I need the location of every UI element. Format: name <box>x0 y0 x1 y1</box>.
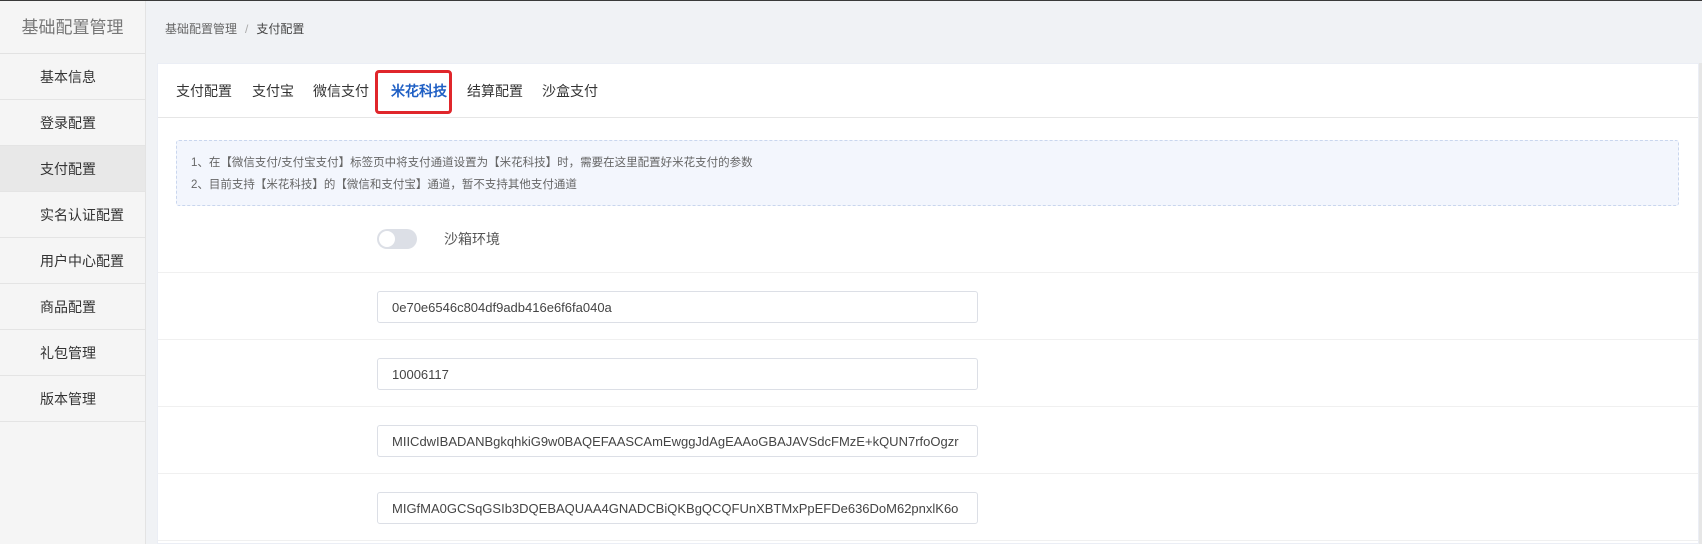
form-row-merchant-id: 商户标识 <box>158 273 1698 340</box>
breadcrumb-separator: / <box>245 22 249 36</box>
info-notice: 1、在【微信支付/支付宝支付】标签页中将支付通道设置为【米花科技】时，需要在这里… <box>176 140 1679 206</box>
form-row-sandbox: 沙箱环境 <box>158 206 1698 273</box>
main-panel: 支付配置 支付宝 微信支付 米花科技 结算配置 沙盒支付 1、在【微信支付/支付… <box>157 63 1699 544</box>
form-row-pay-id: 支付ID <box>158 340 1698 407</box>
breadcrumb-root-link[interactable]: 基础配置管理 <box>165 22 237 36</box>
toggle-knob <box>379 231 395 247</box>
sidebar-item-basic-info[interactable]: 基本信息 <box>0 54 145 100</box>
window-top-border <box>0 0 1702 1</box>
tab-wechat-pay[interactable]: 微信支付 <box>313 64 369 118</box>
tab-alipay[interactable]: 支付宝 <box>252 64 294 118</box>
sidebar-item-login-config[interactable]: 登录配置 <box>0 100 145 146</box>
sidebar-title: 基础配置管理 <box>0 1 145 54</box>
sidebar-item-realname-config[interactable]: 实名认证配置 <box>0 192 145 238</box>
notice-line-1: 1、在【微信支付/支付宝支付】标签页中将支付通道设置为【米花科技】时，需要在这里… <box>191 157 753 169</box>
breadcrumb-current: 支付配置 <box>256 22 305 36</box>
sidebar-item-version-management[interactable]: 版本管理 <box>0 376 145 422</box>
tab-bar: 支付配置 支付宝 微信支付 米花科技 结算配置 沙盒支付 <box>158 64 1698 118</box>
merchant-id-input[interactable] <box>377 291 978 323</box>
public-key-input[interactable] <box>377 492 978 524</box>
form-row-private-key: 私钥 <box>158 407 1698 474</box>
tab-sandbox-pay[interactable]: 沙盒支付 <box>542 64 598 118</box>
notice-line-2: 2、目前支持【米花科技】的【微信和支付宝】通道，暂不支持其他支付通道 <box>191 179 577 191</box>
tab-payment-config[interactable]: 支付配置 <box>176 64 232 118</box>
private-key-input[interactable] <box>377 425 978 457</box>
sidebar-item-user-center-config[interactable]: 用户中心配置 <box>0 238 145 284</box>
tab-mihua-tech[interactable]: 米花科技 <box>391 64 447 118</box>
tab-settlement-config[interactable]: 结算配置 <box>467 64 523 118</box>
sidebar-item-gift-management[interactable]: 礼包管理 <box>0 330 145 376</box>
sidebar-item-payment-config[interactable]: 支付配置 <box>0 146 145 192</box>
breadcrumb: 基础配置管理 / 支付配置 <box>165 20 304 37</box>
form-row-public-key: 公钥 <box>158 474 1698 541</box>
sandbox-toggle[interactable] <box>377 229 417 249</box>
sidebar-item-product-config[interactable]: 商品配置 <box>0 284 145 330</box>
sandbox-label: 沙箱环境 <box>444 231 500 247</box>
pay-id-input[interactable] <box>377 358 978 390</box>
sidebar: 基础配置管理 基本信息 登录配置 支付配置 实名认证配置 用户中心配置 商品配置… <box>0 1 146 544</box>
